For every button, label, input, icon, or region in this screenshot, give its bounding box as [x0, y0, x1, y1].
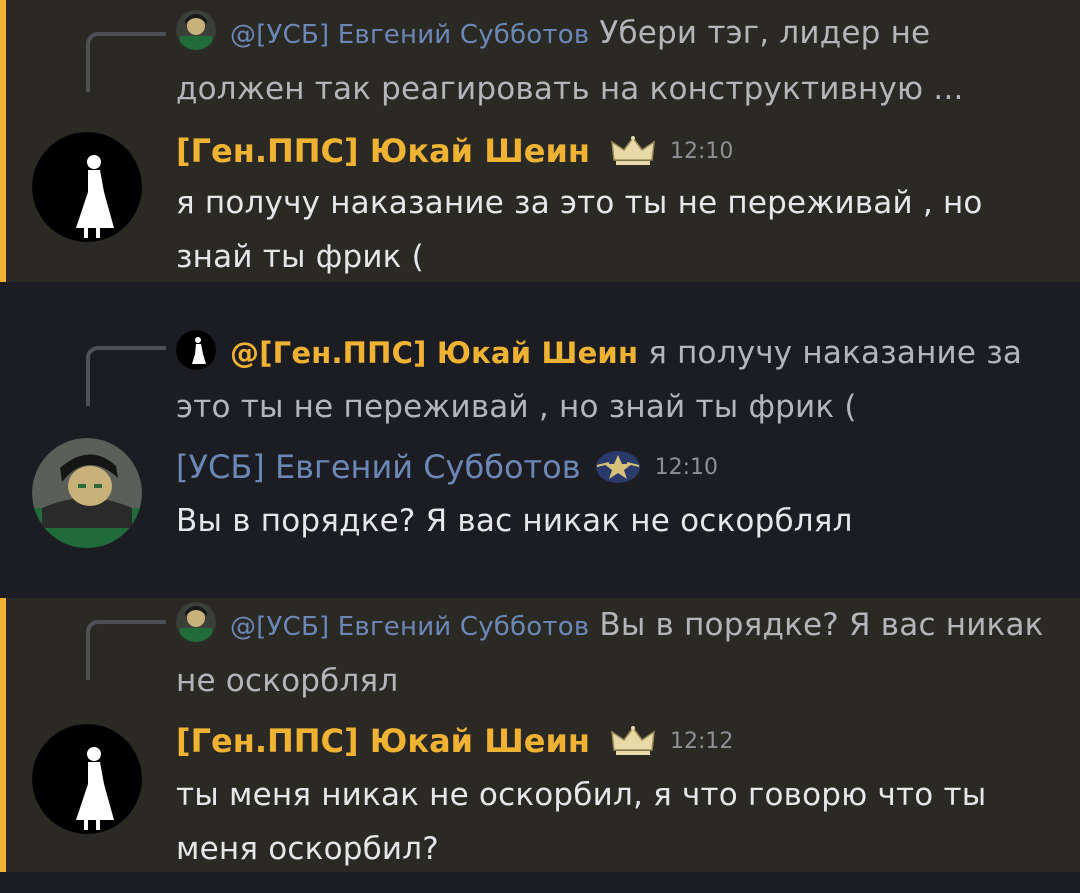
- crown-icon: [610, 134, 656, 168]
- message-text: Вы в порядке? Я вас никак не оскорблял: [176, 503, 853, 539]
- avatar-silhouette-icon[interactable]: [32, 132, 142, 242]
- message-1[interactable]: @[УСБ] Евгений Субботов Убери тэг, лидер …: [0, 0, 1080, 282]
- author-name[interactable]: [УСБ] Евгений Субботов: [176, 448, 581, 486]
- message-text: ты меня никак не оскорбил, я что говорю …: [176, 777, 987, 867]
- author-row: [Ген.ППС] Юкай Шеин 12:10: [176, 126, 733, 176]
- message-text: я получу наказание за это ты не пережива…: [176, 185, 983, 275]
- reply-connector: [86, 346, 166, 406]
- message-3[interactable]: @[УСБ] Евгений Субботов Вы в порядке? Я в…: [0, 598, 1080, 872]
- author-name[interactable]: [Ген.ППС] Юкай Шеин: [176, 132, 590, 170]
- reply-preview[interactable]: @[Ген.ППС] Юкай Шеин я получу наказание з…: [176, 326, 1056, 434]
- reply-avatar-lego-icon: [176, 602, 216, 642]
- reply-connector: [86, 32, 166, 92]
- reply-preview[interactable]: @[УСБ] Евгений Субботов Вы в порядке? Я в…: [176, 598, 1056, 708]
- reply-author[interactable]: @[УСБ] Евгений Субботов: [230, 20, 589, 50]
- reply-avatar-silhouette-icon: [176, 330, 216, 370]
- timestamp: 12:10: [670, 138, 734, 164]
- reply-author[interactable]: @[Ген.ППС] Юкай Шеин: [230, 336, 638, 370]
- author-row: [Ген.ППС] Юкай Шеин 12:12: [176, 716, 733, 766]
- reply-preview[interactable]: @[УСБ] Евгений Субботов Убери тэг, лидер …: [176, 6, 1056, 116]
- message-2[interactable]: @[Ген.ППС] Юкай Шеин я получу наказание з…: [0, 282, 1080, 598]
- reply-avatar-lego-icon: [176, 10, 216, 50]
- reply-connector: [86, 620, 166, 680]
- author-row: [УСБ] Евгений Субботов 12:10: [176, 442, 718, 492]
- avatar-lego-icon[interactable]: [32, 438, 142, 548]
- reply-author[interactable]: @[УСБ] Евгений Субботов: [230, 612, 589, 642]
- crown-icon: [610, 724, 656, 758]
- avatar-silhouette-icon[interactable]: [32, 724, 142, 834]
- author-name[interactable]: [Ген.ППС] Юкай Шеин: [176, 722, 590, 760]
- timestamp: 12:10: [654, 454, 719, 480]
- timestamp: 12:12: [670, 728, 734, 754]
- police-emblem-icon: [595, 450, 641, 484]
